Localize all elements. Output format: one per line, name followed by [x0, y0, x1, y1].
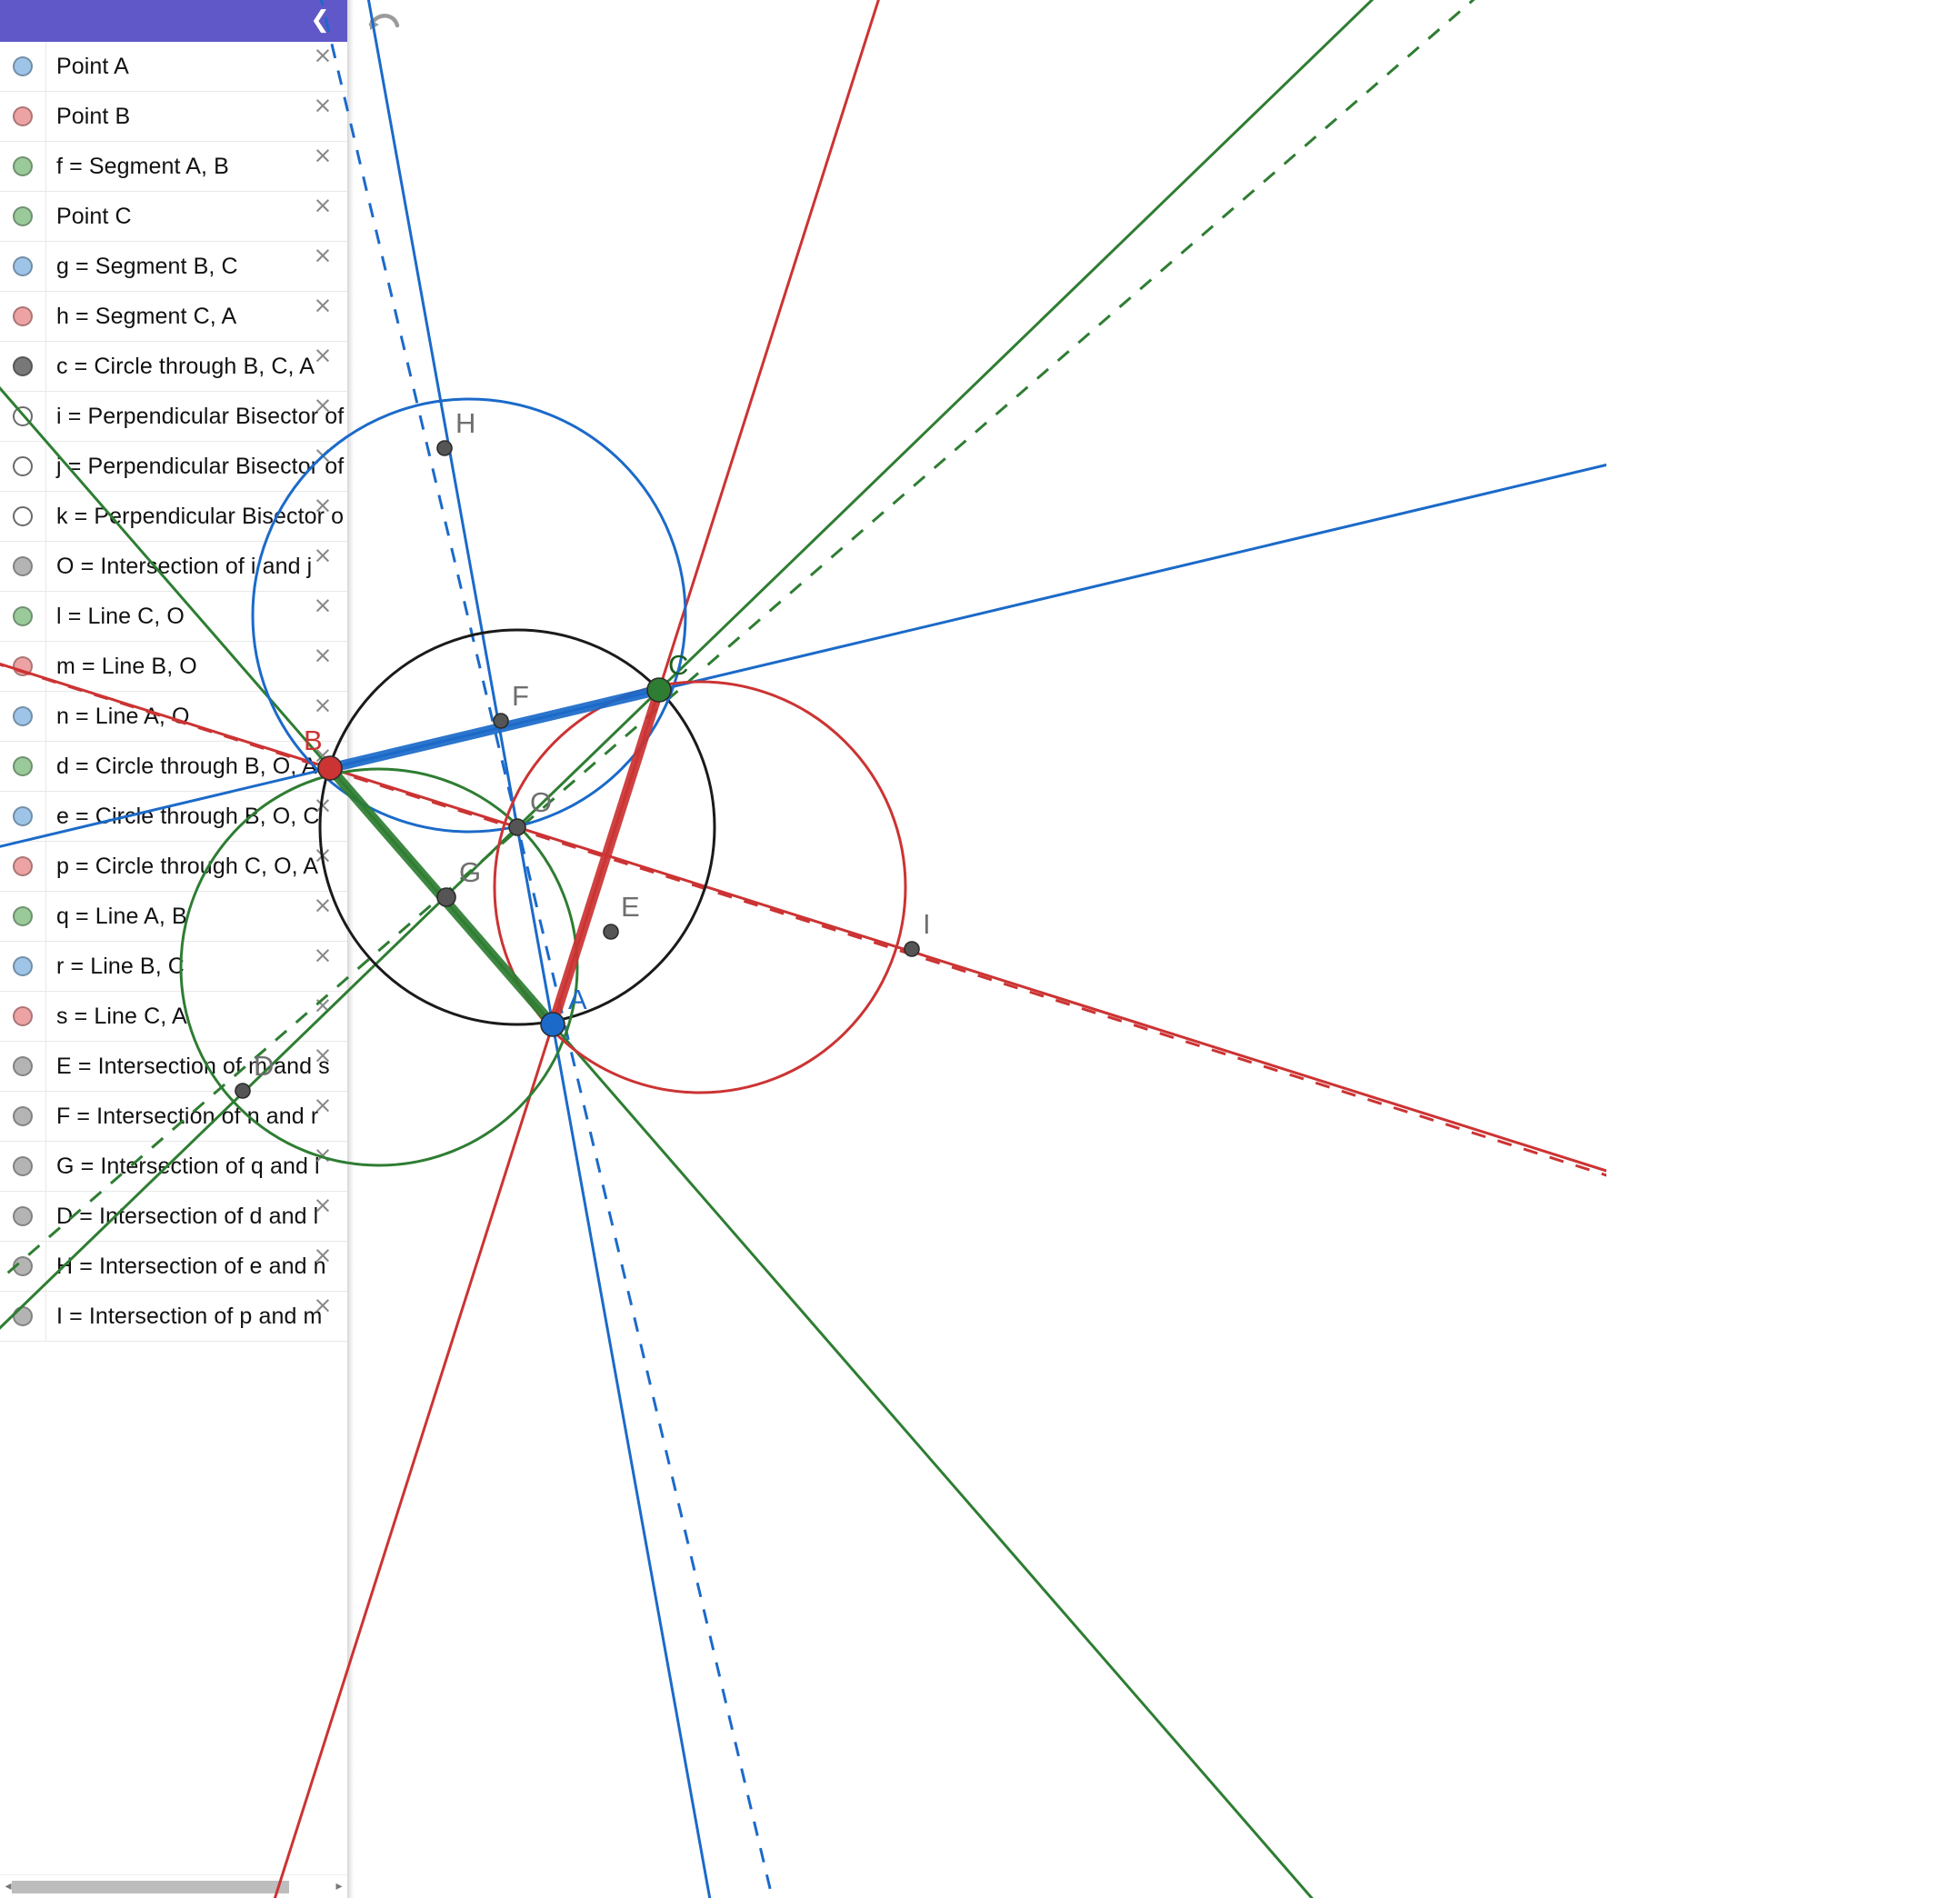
construction-line-m [0, 662, 1606, 1173]
construction-canvas[interactable]: A B C O E F G D H I [0, 0, 1606, 1898]
geogebra-window: ❮ Point A × Point B × f = Segment A, B × Point… [0, 0, 1960, 1898]
point-label-O: O [530, 786, 552, 818]
construction-point-F[interactable] [493, 713, 509, 729]
construction-point-O[interactable] [508, 818, 526, 836]
construction-point-B[interactable] [317, 755, 343, 781]
point-label-H: H [455, 407, 475, 439]
construction-point-G[interactable] [436, 887, 456, 907]
point-label-I: I [923, 908, 931, 940]
construction-point-D[interactable] [235, 1083, 251, 1099]
construction-point-A[interactable] [540, 1012, 565, 1037]
point-label-E: E [621, 891, 640, 923]
construction-point-H[interactable] [436, 440, 453, 456]
construction-line-n [366, 0, 712, 1898]
segments-layer [325, 684, 665, 1028]
construction-point-I[interactable] [904, 941, 920, 957]
point-label-C: C [668, 649, 688, 681]
construction-point-C[interactable] [646, 677, 672, 703]
point-label-B: B [304, 724, 323, 756]
construction-line-j [319, 0, 775, 1898]
construction-line-r [0, 463, 1606, 848]
point-label-F: F [512, 680, 529, 712]
construction-point-E[interactable] [603, 924, 619, 940]
lines-layer [0, 0, 1606, 1898]
construction-line-l [0, 0, 1375, 1330]
point-labels-layer: A B C O E F G D H I [254, 407, 931, 1082]
point-label-A: A [568, 984, 587, 1015]
construction-line-i [0, 0, 1475, 1282]
point-label-G: G [459, 856, 481, 888]
point-label-D: D [254, 1050, 274, 1082]
